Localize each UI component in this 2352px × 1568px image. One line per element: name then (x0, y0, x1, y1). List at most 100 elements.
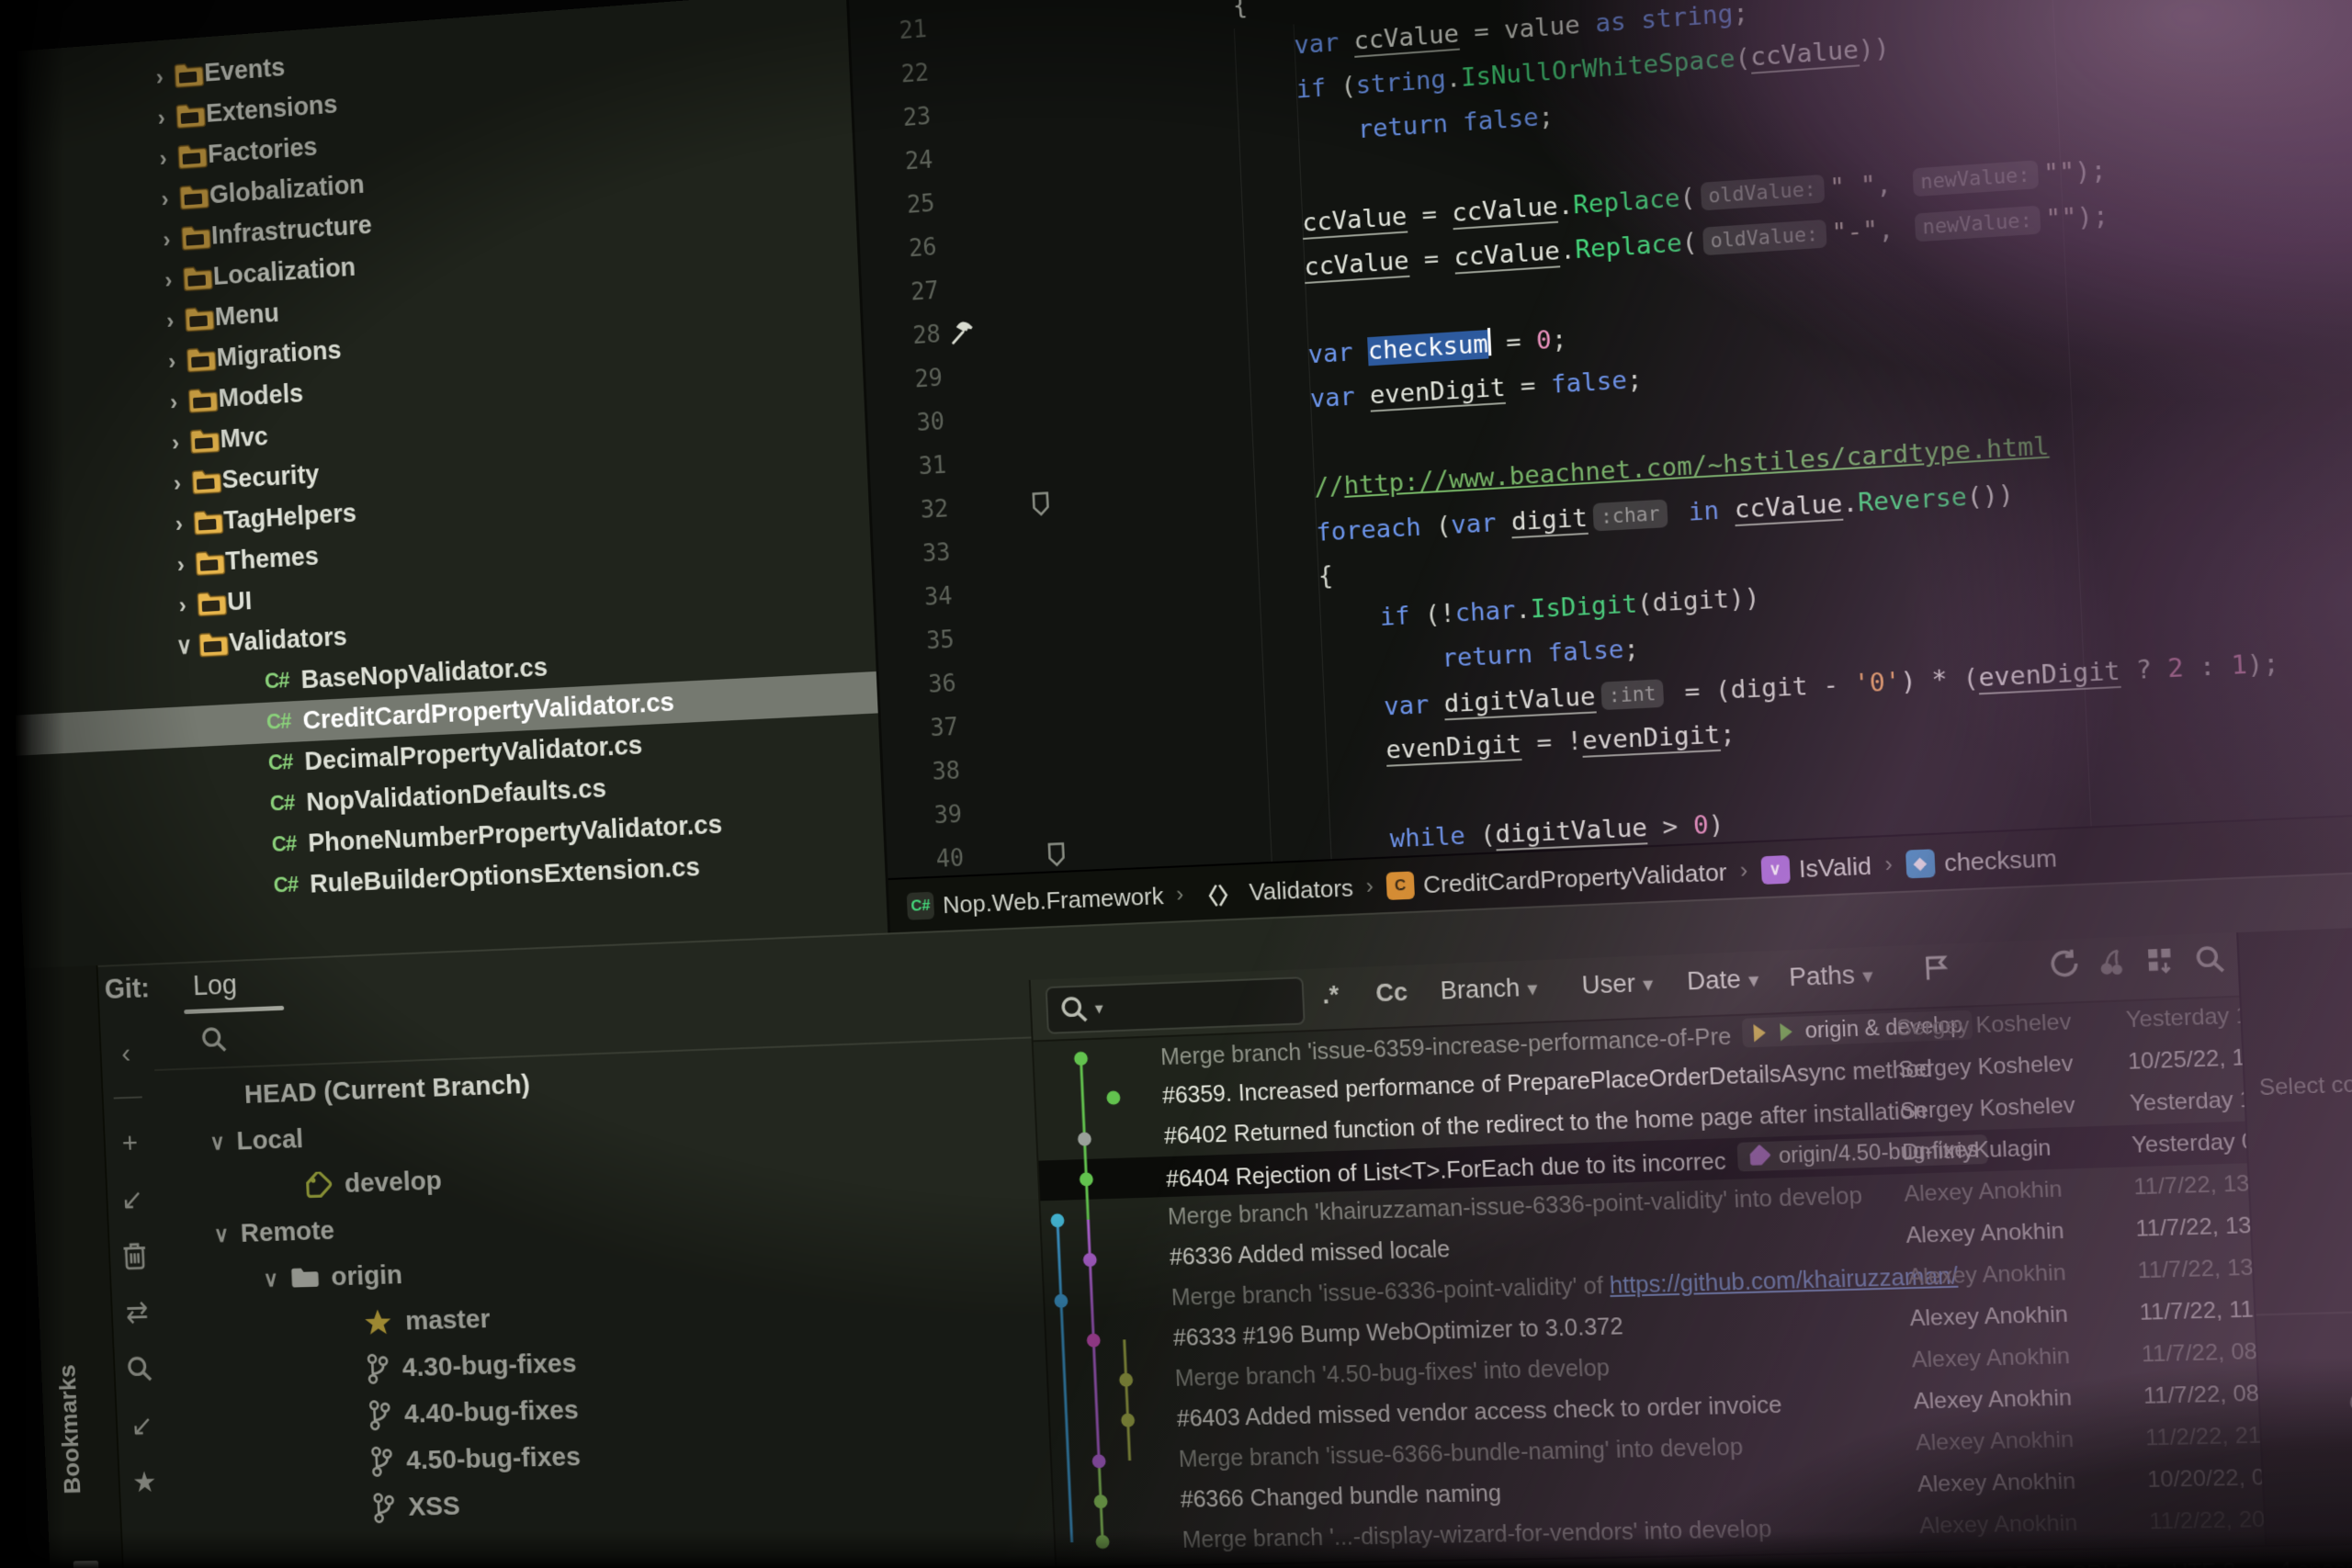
commit-link[interactable]: https://github.com/khairuzzaman/ (1609, 1263, 1958, 1299)
gutter-pin-icon[interactable] (1030, 491, 1051, 517)
branch-group-origin[interactable]: ∨origin (263, 1260, 403, 1294)
code-token: = (1408, 243, 1455, 275)
code-token: ); (2076, 201, 2109, 232)
chevron-right-icon: › (167, 591, 198, 620)
commit-author: Alexey Anokhin (1913, 1383, 2136, 1415)
folder-icon (197, 589, 228, 617)
branch-item-4.30-bug-fixes[interactable]: 4.30-bug-fixes (364, 1348, 577, 1384)
go-to-hash-icon[interactable] (1922, 953, 1952, 990)
branch-label: Local (236, 1124, 304, 1156)
add-icon[interactable]: + (104, 1113, 155, 1171)
breadcrumb-separator: › (1739, 858, 1748, 885)
line-number: 22 (859, 51, 931, 100)
trash-icon[interactable] (109, 1226, 161, 1284)
tab-log[interactable]: Log (192, 968, 237, 1002)
branch-item-4.40-bug-fixes-icon (366, 1400, 392, 1431)
code-token: ccValue (1302, 202, 1408, 240)
code-token: . (1559, 236, 1576, 265)
status-value[interactable]: UTF-8 (2171, 1559, 2236, 1568)
breadcrumb-item[interactable]: ◆checksum (1905, 843, 2058, 879)
branch-label: master (405, 1304, 492, 1337)
folder-icon (186, 344, 217, 373)
gutter-pin-icon[interactable] (1046, 841, 1067, 868)
breadcrumb-item[interactable]: 〈〉Validators (1195, 874, 1353, 908)
status-value[interactable]: CRLF (2070, 1561, 2130, 1568)
code-token: ; (1551, 325, 1567, 355)
branch-head[interactable]: HEAD (Current Branch) (243, 1069, 530, 1110)
filter-paths[interactable]: Paths (1789, 960, 1874, 992)
code-token: ( (1681, 228, 1698, 258)
class-icon: C (1385, 871, 1415, 899)
breadcrumb-item[interactable]: ∨IsValid (1760, 852, 1872, 886)
code-token: :char (1592, 500, 1668, 532)
code-token: if (1295, 73, 1327, 104)
csharp-file-icon: C# (266, 709, 291, 735)
search-icon[interactable] (114, 1340, 165, 1398)
line-number: 28 (870, 313, 942, 361)
line-number: 30 (874, 400, 945, 448)
branch-item-4.40-bug-fixes[interactable]: 4.40-bug-fixes (366, 1395, 579, 1431)
collapse-icon[interactable]: ‹ (100, 1023, 152, 1082)
arrow-down-left-icon[interactable]: ↙ (117, 1396, 168, 1454)
compare-icon[interactable]: ⇄ (111, 1283, 163, 1341)
code-token: newValue: (1912, 160, 2038, 197)
code-token: ( (1420, 512, 1452, 542)
breadcrumb-label: checksum (1943, 843, 2057, 877)
code-token: oldValue: (1702, 220, 1826, 255)
tag-arrow-icon (1751, 1022, 1771, 1043)
branch-group-origin-icon (289, 1266, 320, 1290)
pin-icon (1046, 841, 1067, 868)
branch-label: develop (344, 1166, 442, 1199)
tree-item-label: BaseNopValidator.cs (300, 653, 548, 695)
log-search-field[interactable]: ▾ (1046, 976, 1306, 1034)
chevron-down-icon: ∨ (263, 1266, 278, 1292)
breadcrumb-item[interactable]: C#Nop.Web.Framework (907, 882, 1164, 921)
code-token: ccValue (1734, 490, 1843, 526)
branch-label: Remote (240, 1216, 334, 1249)
code-token: ccValue (1749, 36, 1859, 74)
commit-date: 11/7/22, 08:01 (2143, 1380, 2267, 1410)
star-icon[interactable]: ★ (119, 1453, 170, 1511)
branch-item-develop-icon (303, 1171, 334, 1199)
breadcrumb-item[interactable]: CCreditCardPropertyValidator (1385, 857, 1727, 900)
git-tool-window: Git: Log ‹+↙⇄↙★ HEAD (Current Branch)∨Lo… (24, 868, 2352, 1568)
branch-item-XSS[interactable]: XSS (370, 1491, 461, 1523)
status-value[interactable]: 4 spaces (2278, 1557, 2352, 1568)
folder-icon (195, 548, 226, 577)
tree-item-label: Events (204, 52, 286, 87)
commit-message: #6366 Changed bundle naming (1180, 1480, 1501, 1513)
filter-branch[interactable]: Branch (1440, 973, 1538, 1005)
code-token: = (1407, 199, 1453, 231)
code-token (1672, 498, 1689, 527)
chevron-right-icon: › (157, 346, 187, 376)
code-token: ( (1735, 43, 1751, 73)
branch-item-master[interactable]: master (362, 1304, 491, 1338)
refresh-icon[interactable] (2047, 948, 2080, 987)
branch-group-local[interactable]: ∨Local (209, 1124, 304, 1157)
view-options-icon[interactable] (2144, 944, 2177, 984)
match-case-toggle[interactable]: Cc (1375, 978, 1408, 1009)
status-value[interactable]: 28:25 (1973, 1562, 2030, 1568)
branch-item-4.50-bug-fixes[interactable]: 4.50-bug-fixes (368, 1442, 582, 1477)
zoom-icon[interactable] (2193, 942, 2228, 984)
code-token: checksum (1367, 330, 1488, 366)
tree-item-label: Factories (208, 132, 319, 169)
line-number: 24 (863, 139, 934, 187)
arrow-down-left-icon[interactable]: ↙ (107, 1170, 158, 1228)
commit-author: Alexey Anokhin (1919, 1509, 2143, 1540)
git-commit-list: ▾.*CcBranchUserDatePaths Merge branch 'i… (1031, 932, 2268, 1568)
code-token: digitValue (1443, 682, 1596, 720)
code-token: > (1646, 812, 1693, 843)
csharp-file-icon: C# (273, 873, 299, 898)
line-number: 21 (856, 7, 928, 56)
git-branches-panel: HEAD (Current Branch)∨Localdevelop∨Remot… (153, 980, 1060, 1568)
regex-toggle[interactable]: .* (1322, 981, 1340, 1010)
gutter-hammer-icon[interactable] (949, 319, 978, 348)
sidebar-item-bookmarks[interactable]: Bookmarks (54, 1364, 85, 1495)
filter-user[interactable]: User (1581, 968, 1654, 999)
code-editor[interactable]: ? ext methods ? exposing APIsoverride bo… (848, 0, 2352, 878)
filter-date[interactable]: Date (1686, 964, 1759, 997)
cherry-pick-icon[interactable] (2096, 946, 2129, 986)
branch-item-develop[interactable]: develop (303, 1166, 443, 1201)
branch-group-remote[interactable]: ∨Remote (213, 1216, 334, 1250)
